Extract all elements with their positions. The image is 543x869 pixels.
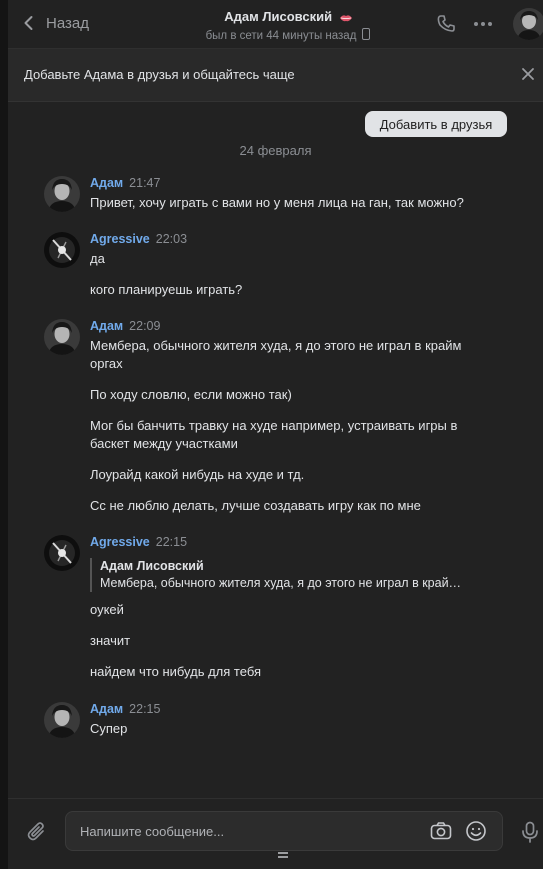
avatar-adam[interactable] [44, 319, 80, 355]
more-icon[interactable] [473, 14, 493, 34]
chat-title: Адам Лисовский [128, 9, 448, 24]
message-time: 22:03 [155, 232, 188, 246]
author-name[interactable]: Адам [90, 702, 123, 716]
chat-title-block[interactable]: Адам Лисовский был в сети 44 минуты наза… [128, 9, 448, 42]
author-name[interactable]: Agressive [90, 232, 150, 246]
reply-text: Мембера, обычного жителя худа, я до этог… [100, 576, 462, 590]
message-text: найдем что нибудь для тебя [90, 664, 262, 679]
close-icon[interactable] [521, 67, 535, 81]
back-label: Назад [46, 14, 89, 32]
message-body: Адам 22:09 Мембера, обычного жителя худа,… [90, 319, 530, 513]
mic-icon[interactable] [520, 821, 540, 843]
status-text: был в сети 44 минуты назад [205, 30, 357, 42]
message-text: Лоурайд какой нибудь на худе и тд. [90, 467, 305, 482]
message-body: Адам 22:15 Супер [90, 702, 530, 736]
chat-window: Назад Адам Лисовский был в сети 44 минут… [8, 0, 543, 869]
reply-quote[interactable]: Адам Лисовский Мембера, обычного жителя … [90, 558, 500, 592]
mobile-icon [362, 28, 371, 40]
message-group: Agressive 22:15 Адам Лисовский Мембера, о… [44, 535, 534, 685]
message-group: Адам 22:09 Мембера, обычного жителя худа,… [44, 319, 534, 519]
message-group: Адам 21:47 Привет, хочу играть с вами но … [44, 176, 534, 216]
message-composer [8, 798, 543, 869]
contact-name: Адам Лисовский [224, 9, 333, 24]
author-name[interactable]: Адам [90, 319, 123, 333]
message-body: Agressive 22:15 Адам Лисовский Мембера, о… [90, 535, 530, 679]
chat-header: Назад Адам Лисовский был в сети 44 минут… [8, 0, 543, 49]
lips-icon [339, 14, 352, 21]
message-text: Сс не люблю делать, лучше создавать игру… [90, 498, 421, 513]
avatar-agressive[interactable] [44, 232, 80, 268]
message-header: Адам 22:15 [90, 702, 530, 717]
message-header: Agressive 22:03 [90, 232, 530, 247]
add-friend-button[interactable]: Добавить в друзья [365, 111, 507, 137]
add-friend-text: Добавьте Адама в друзья и общайтесь чаще [24, 67, 295, 82]
message-header: Адам 21:47 [90, 176, 530, 191]
message-text: да [90, 251, 105, 266]
message-text: По ходу словлю, если можно так) [90, 387, 292, 402]
message-group: Agressive 22:03 да кого планируешь играть… [44, 232, 534, 302]
add-friend-banner: Добавьте Адама в друзья и общайтесь чаще… [8, 49, 543, 137]
message-body: Адам 21:47 Привет, хочу играть с вами но … [90, 176, 530, 210]
contact-avatar[interactable] [513, 8, 543, 40]
chevron-left-icon [24, 16, 33, 30]
date-separator: 24 февраля [239, 143, 312, 158]
message-group: Адам 22:15 Супер [44, 702, 534, 742]
reply-author: Адам Лисовский [100, 559, 204, 573]
message-body: Agressive 22:03 да кого планируешь играть… [90, 232, 530, 297]
paperclip-icon[interactable] [26, 821, 48, 843]
drag-handle-icon[interactable] [277, 851, 289, 859]
message-text: Мог бы банчить травку на худе например, … [90, 418, 458, 451]
message-text: Привет, хочу играть с вами но у меня лиц… [90, 195, 464, 210]
message-time: 21:47 [129, 176, 161, 190]
camera-icon[interactable] [430, 821, 452, 841]
back-button[interactable]: Назад [20, 14, 89, 32]
message-time: 22:09 [129, 319, 161, 333]
message-header: Адам 22:09 [90, 319, 530, 334]
avatar-agressive[interactable] [44, 535, 80, 571]
message-input[interactable] [78, 820, 422, 842]
smile-icon[interactable] [465, 820, 487, 842]
message-text: оукей [90, 602, 124, 617]
message-text: Мембера, обычного жителя худа, я до этог… [90, 338, 462, 371]
online-status: был в сети 44 минуты назад [128, 28, 448, 42]
avatar-adam[interactable] [44, 702, 80, 738]
message-text: Супер [90, 721, 128, 736]
message-text: кого планируешь играть? [90, 282, 243, 297]
message-header: Agressive 22:15 [90, 535, 530, 550]
message-time: 22:15 [129, 702, 161, 716]
avatar-adam[interactable] [44, 176, 80, 212]
message-time: 22:15 [155, 535, 188, 549]
author-name[interactable]: Agressive [90, 535, 150, 549]
message-input-box [65, 811, 503, 851]
author-name[interactable]: Адам [90, 176, 123, 190]
message-text: значит [90, 633, 131, 648]
phone-icon[interactable] [436, 14, 456, 34]
